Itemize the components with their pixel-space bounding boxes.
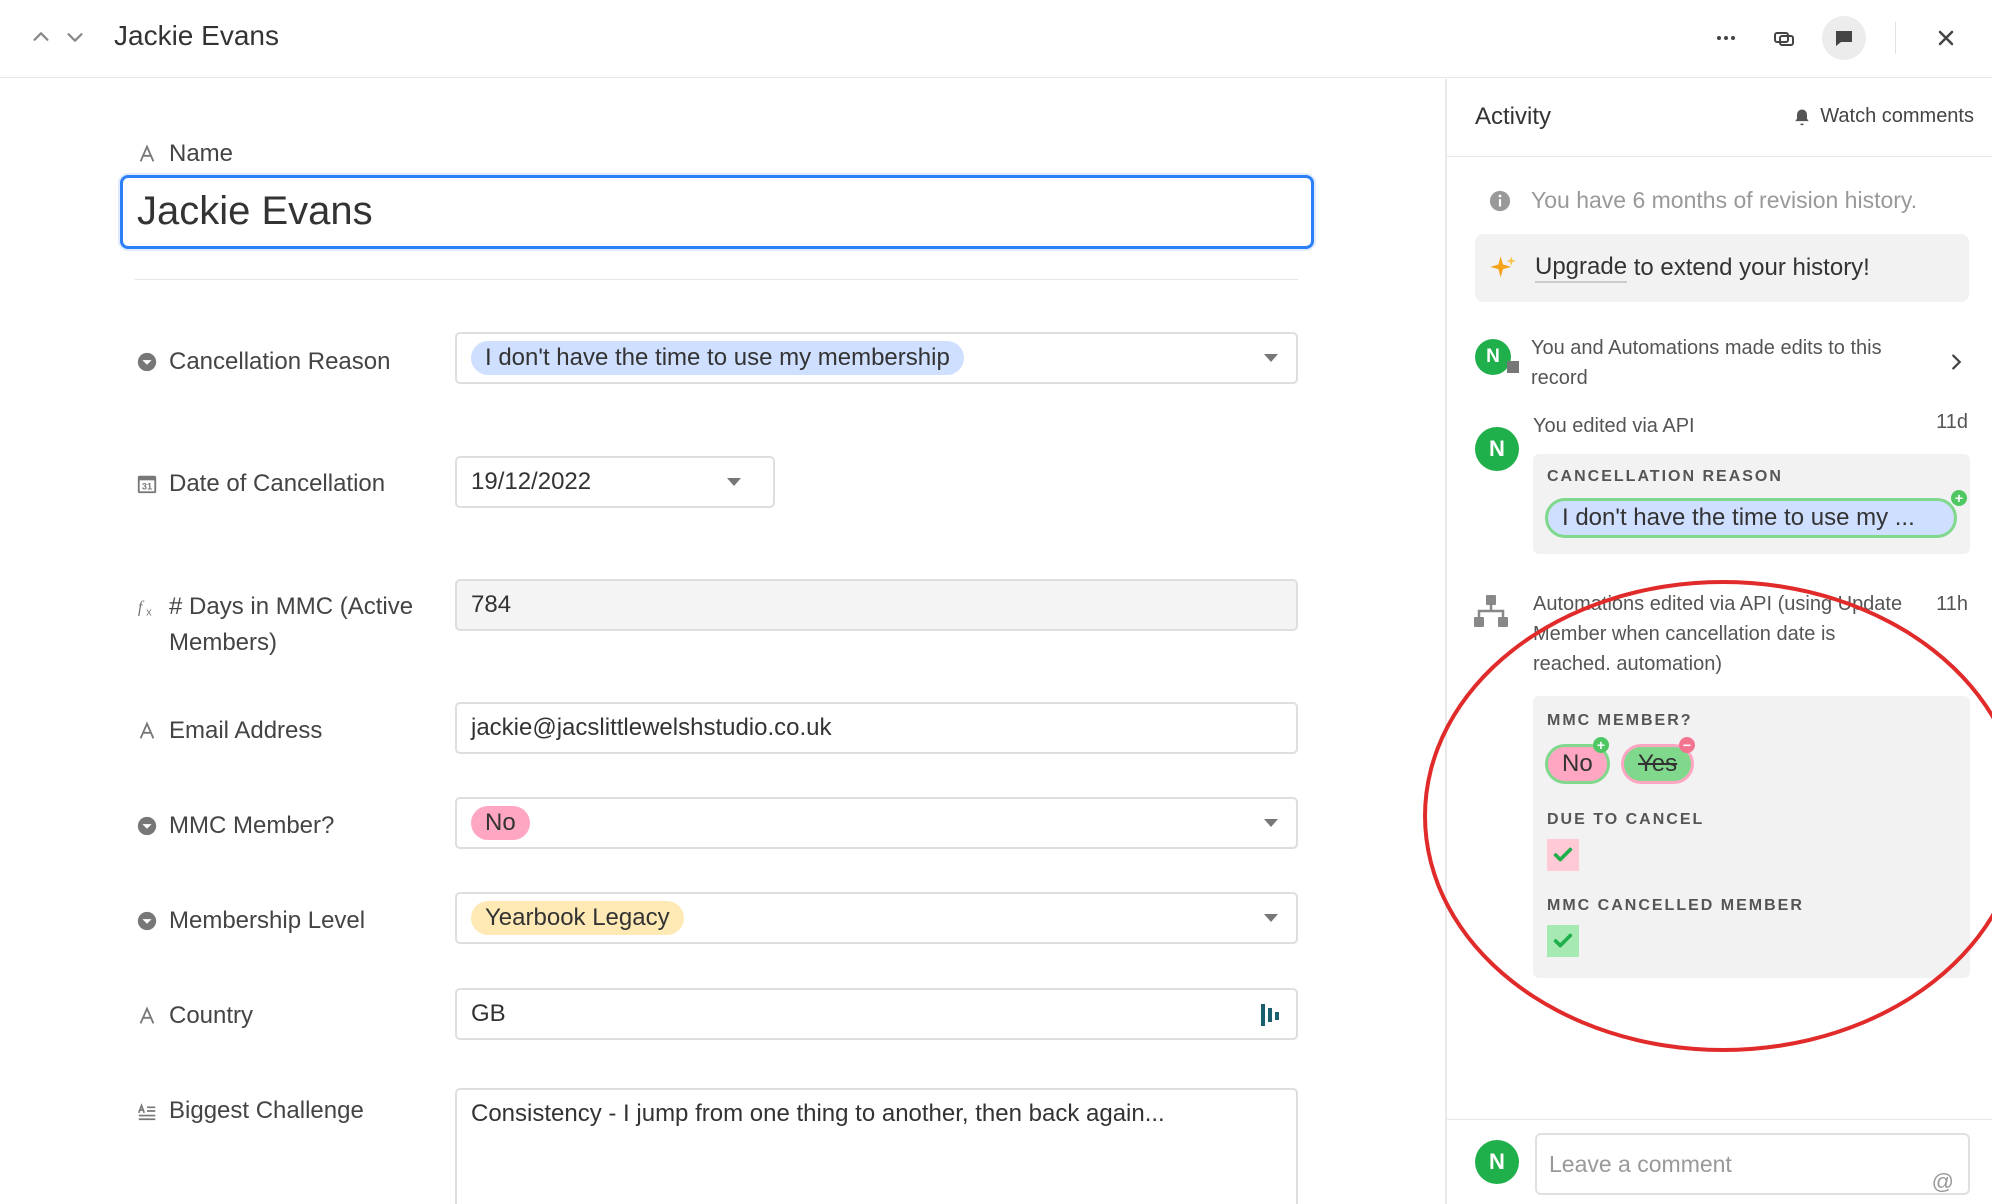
membership-level-select[interactable]: Yearbook Legacy bbox=[455, 892, 1298, 944]
record-header: Jackie Evans bbox=[0, 0, 1992, 78]
watch-comments-button[interactable]: Watch comments bbox=[1792, 105, 1974, 128]
comment-area: N Leave a comment @ bbox=[1447, 1119, 1992, 1204]
added-icon: + bbox=[1593, 737, 1609, 753]
chevron-down-icon bbox=[1264, 354, 1278, 362]
revision-info-text: You have 6 months of revision history. bbox=[1531, 187, 1918, 213]
upgrade-banner: Upgrade to extend your history! bbox=[1475, 234, 1969, 302]
automation-icon bbox=[1474, 595, 1508, 627]
comment-placeholder: Leave a comment bbox=[1549, 1151, 1732, 1177]
mmc-member-pill: No bbox=[471, 806, 530, 840]
date-value: 19/12/2022 bbox=[471, 468, 592, 495]
single-select-icon bbox=[135, 808, 159, 844]
entry-time: 11d bbox=[1936, 411, 1968, 433]
chevron-down-icon bbox=[1264, 914, 1278, 922]
next-record-button[interactable] bbox=[60, 22, 90, 52]
edits-summary-text: You and Automations made edits to this r… bbox=[1531, 337, 1882, 389]
avatar: N bbox=[1475, 427, 1519, 471]
record-title: Jackie Evans bbox=[114, 20, 279, 51]
name-input[interactable]: Jackie Evans bbox=[120, 175, 1314, 249]
mmc-member-select[interactable]: No bbox=[455, 797, 1298, 849]
days-in-mmc-value: 784 bbox=[455, 579, 1298, 631]
comment-input[interactable]: Leave a comment @ bbox=[1535, 1133, 1970, 1195]
expand-record-button[interactable] bbox=[1762, 16, 1806, 60]
close-icon bbox=[1938, 30, 1954, 46]
checkmark-icon bbox=[1553, 933, 1573, 948]
divider bbox=[135, 279, 1298, 280]
activity-title: Activity bbox=[1475, 103, 1552, 130]
svg-text:31: 31 bbox=[142, 482, 152, 492]
long-text-icon bbox=[135, 1093, 159, 1129]
checkmark-icon bbox=[1553, 847, 1573, 862]
svg-text:x: x bbox=[146, 606, 152, 618]
entry-actor: Automations edited via API (using Update… bbox=[1533, 593, 1903, 675]
membership-level-pill: Yearbook Legacy bbox=[471, 901, 684, 935]
info-icon bbox=[1489, 190, 1511, 211]
activity-panel: Activity Watch comments You have 6 month… bbox=[1445, 79, 1992, 1204]
more-horizontal-icon bbox=[1717, 36, 1735, 40]
svg-text:f: f bbox=[138, 598, 145, 617]
password-manager-icon[interactable] bbox=[1260, 1002, 1282, 1028]
avatar: N bbox=[1475, 1140, 1519, 1184]
checkbox-added bbox=[1547, 839, 1579, 871]
single-select-icon bbox=[135, 344, 159, 380]
entry-actor: You edited via API bbox=[1533, 415, 1695, 437]
chevron-down-icon bbox=[727, 478, 741, 486]
toggle-comments-button[interactable] bbox=[1822, 16, 1866, 60]
revision-info: You have 6 months of revision history. bbox=[1489, 187, 1917, 214]
more-options-button[interactable] bbox=[1704, 16, 1748, 60]
bell-icon bbox=[1795, 109, 1809, 125]
text-field-icon bbox=[135, 998, 159, 1034]
cancellation-reason-pill: I don't have the time to use my membersh… bbox=[471, 341, 964, 375]
country-input[interactable]: GB bbox=[455, 988, 1298, 1040]
added-icon: + bbox=[1951, 490, 1967, 506]
formula-icon: fx bbox=[135, 589, 159, 625]
entry-time: 11h bbox=[1936, 593, 1968, 615]
toolbar-divider bbox=[1895, 22, 1896, 54]
days-value: 784 bbox=[471, 591, 512, 618]
previous-record-button[interactable] bbox=[26, 22, 56, 52]
checkbox-added bbox=[1547, 925, 1579, 957]
biggest-challenge-textarea[interactable]: Consistency - I jump from one thing to a… bbox=[455, 1088, 1298, 1204]
record-form: Name Jackie Evans Cancellation Reason I … bbox=[0, 79, 1445, 1204]
text-field-icon bbox=[135, 136, 159, 172]
field-label: DUE TO CANCEL bbox=[1547, 811, 1705, 828]
added-value-pill: I don't have the time to use my ... bbox=[1545, 498, 1957, 538]
comment-icon bbox=[1836, 31, 1852, 46]
chevron-right-icon bbox=[1952, 354, 1962, 370]
field-label: MMC MEMBER? bbox=[1547, 712, 1693, 729]
text-field-icon bbox=[135, 713, 159, 749]
chevron-down-icon bbox=[1264, 819, 1278, 827]
field-label: CANCELLATION REASON bbox=[1547, 468, 1783, 485]
date-of-cancellation-input[interactable]: 19/12/2022 bbox=[455, 456, 775, 508]
upgrade-rest-text: to extend your history! bbox=[1627, 254, 1870, 281]
sparkle-icon bbox=[1490, 256, 1516, 278]
chevron-down-icon bbox=[67, 33, 83, 42]
change-card: MMC MEMBER? No + Yes − DUE TO CANCEL MMC… bbox=[1533, 696, 1970, 978]
change-card: CANCELLATION REASON I don't have the tim… bbox=[1533, 454, 1970, 554]
calendar-icon: 31 bbox=[135, 466, 159, 502]
cancellation-reason-select[interactable]: I don't have the time to use my membersh… bbox=[455, 332, 1298, 384]
single-select-icon bbox=[135, 903, 159, 939]
automation-badge-icon bbox=[1507, 361, 1519, 373]
chevron-up-icon bbox=[33, 32, 49, 41]
email-input[interactable]: jackie@jacslittlewelshstudio.co.uk bbox=[455, 702, 1298, 754]
upgrade-link[interactable]: Upgrade bbox=[1535, 253, 1628, 283]
field-label: MMC CANCELLED MEMBER bbox=[1547, 897, 1804, 914]
country-value: GB bbox=[471, 1000, 506, 1027]
watch-comments-label: Watch comments bbox=[1820, 105, 1974, 127]
activity-header: Activity Watch comments bbox=[1447, 79, 1992, 157]
mention-icon[interactable]: @ bbox=[1932, 1153, 1954, 1204]
edits-summary-row[interactable]: N You and Automations made edits to this… bbox=[1447, 329, 1992, 399]
email-value: jackie@jacslittlewelshstudio.co.uk bbox=[471, 714, 832, 741]
removed-icon: − bbox=[1679, 737, 1695, 753]
close-button[interactable] bbox=[1924, 16, 1968, 60]
expand-icon bbox=[1774, 32, 1794, 46]
